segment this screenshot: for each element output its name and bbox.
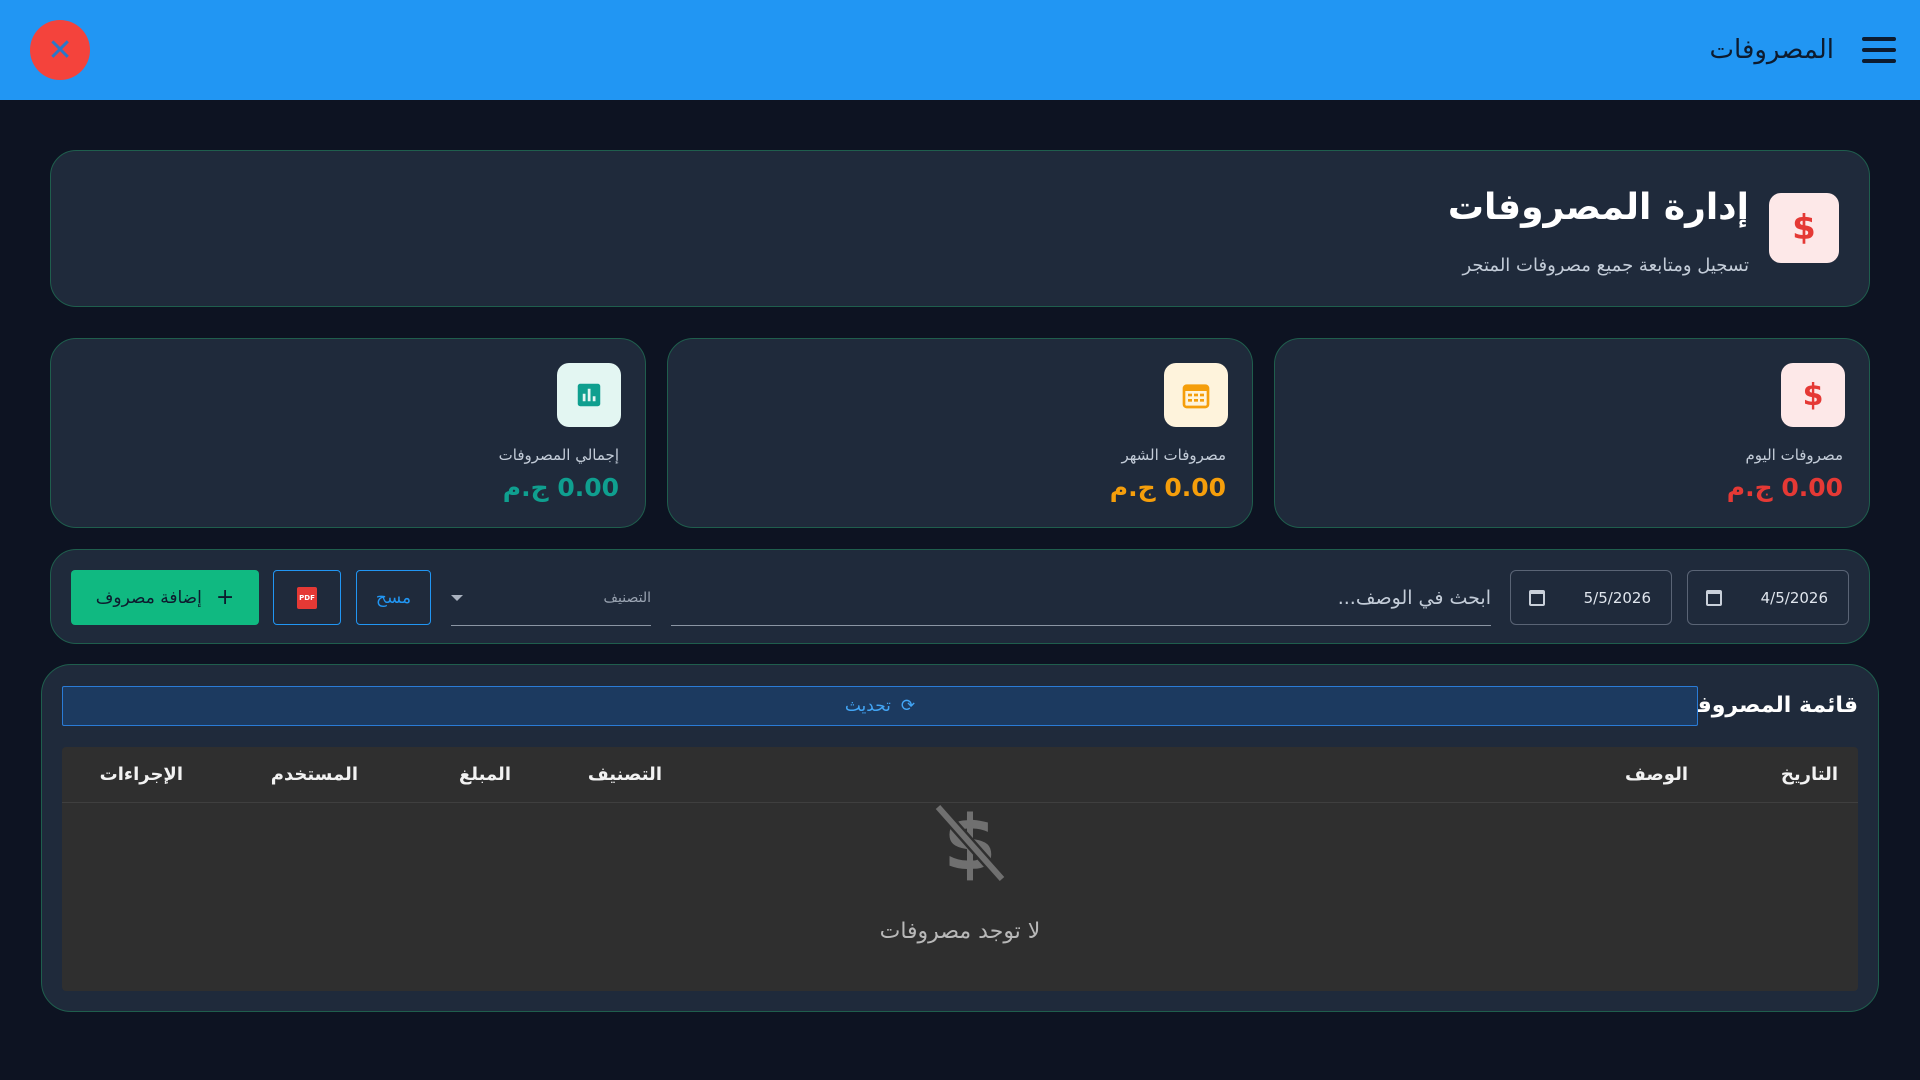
column-header-amount[interactable]: المبلغ bbox=[459, 764, 511, 785]
calendar-icon bbox=[1164, 363, 1228, 427]
chevron-down-icon bbox=[451, 594, 463, 601]
stat-card-month: مصروفات الشهر 0.00 ج.م bbox=[667, 338, 1253, 528]
empty-state-text: لا توجد مصروفات bbox=[879, 919, 1041, 944]
menu-icon[interactable] bbox=[1862, 37, 1896, 63]
refresh-label: تحديث bbox=[844, 696, 891, 716]
stat-label: إجمالي المصروفات bbox=[498, 446, 619, 464]
stat-value: 0.00 ج.م bbox=[502, 473, 619, 502]
export-pdf-button[interactable]: PDF bbox=[273, 570, 341, 625]
column-header-description[interactable]: الوصف bbox=[1625, 764, 1688, 785]
column-header-actions[interactable]: الإجراءات bbox=[100, 764, 183, 785]
page-header-card: $ إدارة المصروفات تسجيل ومتابعة جميع مصر… bbox=[50, 150, 1870, 307]
stat-label: مصروفات الشهر bbox=[1121, 446, 1226, 464]
dollar-icon: $ bbox=[1769, 193, 1839, 263]
search-input[interactable] bbox=[671, 586, 1491, 609]
stat-label: مصروفات اليوم bbox=[1745, 446, 1844, 464]
dollar-icon: $ bbox=[1781, 363, 1845, 427]
app-bar-title-group: المصروفات bbox=[1710, 35, 1896, 65]
column-header-category[interactable]: التصنيف bbox=[588, 764, 662, 785]
category-select-label: التصنيف bbox=[603, 589, 651, 606]
date-from-field[interactable]: 4/5/2026 bbox=[1687, 570, 1849, 625]
expenses-list-card: قائمة المصروفات ⟳ تحديث التاريخ الوصف ال… bbox=[41, 664, 1879, 1012]
app-bar: المصروفات ✕ bbox=[0, 0, 1920, 100]
refresh-icon: ⟳ bbox=[900, 696, 916, 716]
stat-value: 0.00 ج.م bbox=[1726, 473, 1843, 502]
add-expense-button[interactable]: + إضافة مصروف bbox=[71, 570, 259, 625]
app-bar-title: المصروفات bbox=[1709, 35, 1834, 65]
plus-icon: + bbox=[215, 585, 235, 610]
close-button[interactable]: ✕ bbox=[30, 20, 90, 80]
category-select[interactable]: التصنيف bbox=[451, 570, 651, 626]
refresh-button[interactable]: ⟳ تحديث bbox=[62, 686, 1698, 726]
calendar-icon bbox=[1706, 589, 1722, 606]
add-expense-label: إضافة مصروف bbox=[95, 587, 202, 608]
column-header-date[interactable]: التاريخ bbox=[1781, 764, 1838, 785]
stat-value: 0.00 ج.م bbox=[1109, 473, 1226, 502]
page-subtitle: تسجيل ومتابعة جميع مصروفات المتجر bbox=[1462, 255, 1749, 276]
page-title: إدارة المصروفات bbox=[1447, 187, 1749, 228]
calendar-icon bbox=[1529, 589, 1545, 606]
date-to-field[interactable]: 5/5/2026 bbox=[1510, 570, 1672, 625]
no-money-icon: $ bbox=[933, 803, 1007, 883]
stat-card-today: $ مصروفات اليوم 0.00 ج.م bbox=[1274, 338, 1870, 528]
table-header: التاريخ الوصف التصنيف المبلغ المستخدم ال… bbox=[62, 747, 1858, 803]
filter-bar: 4/5/2026 5/5/2026 التصنيف مسح PDF + إضاف… bbox=[50, 549, 1870, 644]
clear-button[interactable]: مسح bbox=[356, 570, 431, 625]
stat-card-total: إجمالي المصروفات 0.00 ج.م bbox=[50, 338, 646, 528]
search-field[interactable] bbox=[671, 570, 1491, 626]
date-from-value: 4/5/2026 bbox=[1760, 588, 1828, 607]
pdf-icon: PDF bbox=[297, 586, 317, 609]
date-to-value: 5/5/2026 bbox=[1583, 588, 1651, 607]
column-header-user[interactable]: المستخدم bbox=[271, 764, 358, 785]
expenses-table: التاريخ الوصف التصنيف المبلغ المستخدم ال… bbox=[62, 747, 1858, 991]
bar-chart-icon bbox=[557, 363, 621, 427]
